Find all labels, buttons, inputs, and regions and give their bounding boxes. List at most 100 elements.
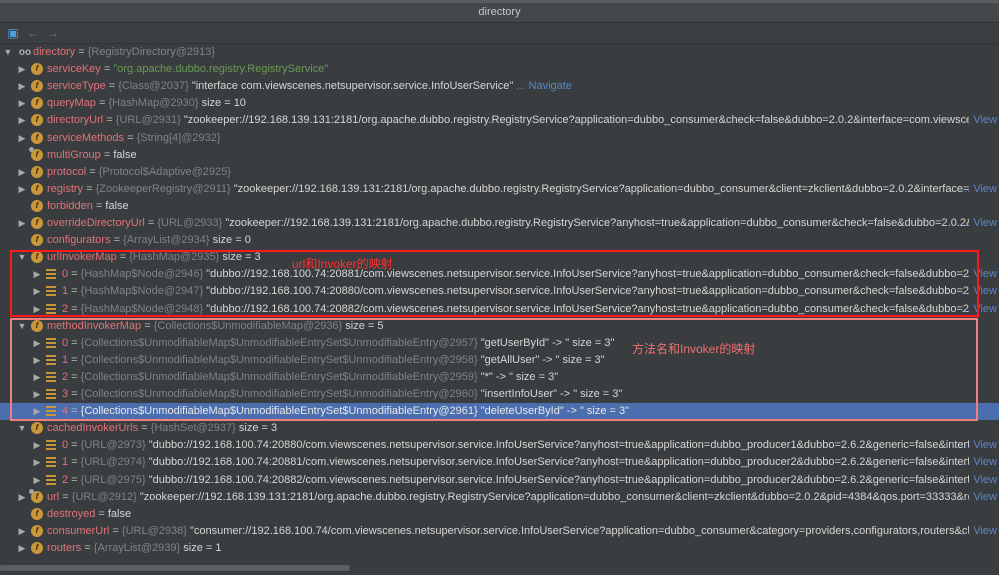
variable-value: "zookeeper://192.168.139.131:2181/org.ap…: [183, 114, 969, 127]
view-link[interactable]: ... View: [961, 523, 997, 540]
variable-value: "dubbo://192.168.100.74:20882/com.viewsc…: [148, 473, 969, 486]
variable-name: queryMap: [47, 97, 96, 110]
view-link[interactable]: ... View: [961, 437, 997, 454]
field-icon: f: [31, 524, 43, 537]
restore-layout-icon[interactable]: ▣: [6, 26, 20, 40]
variable-value: size = 0: [212, 234, 251, 247]
tree-row-multiGroup[interactable]: f multiGroup = false: [0, 146, 999, 164]
variable-type: {ArrayList@2934}: [123, 234, 210, 247]
row-content: consumerUrl = {URL@2938} "consumer://192…: [47, 523, 969, 540]
view-link[interactable]: ... View: [961, 454, 997, 471]
tree-row-registry[interactable]: ▶ f registry = {ZookeeperRegistry@2911} "z…: [0, 181, 999, 198]
row-content: destroyed = false: [47, 506, 969, 523]
view-link[interactable]: ... View: [961, 472, 997, 489]
view-link[interactable]: ... View: [961, 215, 997, 232]
tree-row-serviceMethods[interactable]: ▶ f serviceMethods = {String[4]@2932}: [0, 130, 999, 147]
field-icon: f: [31, 541, 43, 554]
chevron-right-icon[interactable]: ▶: [17, 61, 27, 78]
chevron-right-icon[interactable]: ▶: [17, 112, 27, 129]
tree-row-directory[interactable]: ▼ oo directory = {RegistryDirectory@2913}: [0, 44, 999, 61]
tree-row-routers[interactable]: ▶ f routers = {ArrayList@2939} size = 1: [0, 540, 999, 557]
variable-name: overrideDirectoryUrl: [47, 217, 145, 229]
row-content: cachedInvokerUrls = {HashSet@2937} size …: [47, 420, 969, 437]
tree-row-forbidden[interactable]: f forbidden = false: [0, 198, 999, 215]
tree-row-protocol[interactable]: ▶ f protocol = {Protocol$Adaptive@2925}: [0, 164, 999, 181]
back-arrow-icon[interactable]: ←: [26, 26, 40, 40]
variable-type: {URL@2912}: [71, 490, 137, 503]
variable-type: {URL@2974}: [80, 456, 146, 469]
variable-type: {URL@2975}: [80, 473, 146, 486]
map-entry-icon: [46, 474, 56, 485]
view-link[interactable]: ... View: [961, 489, 997, 506]
row-content: queryMap = {HashMap@2930} size = 10: [47, 95, 969, 112]
tree-row-cachedInvokerUrls[interactable]: ▼ f cachedInvokerUrls = {HashSet@2937} siz…: [0, 420, 999, 437]
view-link[interactable]: ... View: [961, 181, 997, 198]
tree-row-serviceType[interactable]: ▶ f serviceType = {Class@2037} "interface …: [0, 78, 999, 95]
variable-value: "zookeeper://192.168.139.131:2181/org.ap…: [139, 490, 969, 503]
view-link[interactable]: ... View: [961, 112, 997, 129]
chevron-right-icon[interactable]: ▶: [32, 472, 42, 489]
tree-row-destroyed[interactable]: f destroyed = false: [0, 506, 999, 523]
field-icon: f: [31, 114, 43, 127]
tree-row-directoryUrl[interactable]: ▶ f directoryUrl = {URL@2931} "zookeeper:/…: [0, 112, 999, 129]
chevron-down-icon[interactable]: ▼: [17, 420, 27, 437]
highlight-box-method-invoker: [10, 318, 978, 421]
map-entry-icon: [46, 440, 56, 451]
tree-row-serviceKey[interactable]: ▶ f serviceKey = "org.apache.dubbo.registr…: [0, 61, 999, 78]
tree-row-configurators[interactable]: f configurators = {ArrayList@2934} size =…: [0, 232, 999, 249]
tree-row-url[interactable]: ▶ f url = {URL@2912} "zookeeper://192.168.…: [0, 488, 999, 506]
map-entry-icon: [46, 457, 56, 468]
variable-type: {HashSet@2937}: [150, 422, 236, 435]
chevron-right-icon[interactable]: ▶: [17, 78, 27, 95]
chevron-right-icon[interactable]: ▶: [17, 540, 27, 557]
field-icon: f: [31, 182, 43, 195]
variable-value: "zookeeper://192.168.139.131:2181/org.ap…: [225, 217, 969, 229]
variable-type: {String[4]@2932}: [136, 131, 221, 144]
tree-row-queryMap[interactable]: ▶ f queryMap = {HashMap@2930} size = 10: [0, 95, 999, 112]
row-content: directoryUrl = {URL@2931} "zookeeper://1…: [47, 112, 969, 129]
variable-type: {Protocol$Adaptive@2925}: [98, 165, 231, 178]
variable-value: size = 1: [183, 541, 222, 554]
variable-name: protocol: [47, 165, 87, 178]
tree-row-consumerUrl[interactable]: ▶ f consumerUrl = {URL@2938} "consumer://1…: [0, 523, 999, 540]
variable-name: serviceKey: [47, 63, 101, 76]
chevron-right-icon[interactable]: ▶: [17, 523, 27, 540]
chevron-right-icon[interactable]: ▶: [17, 215, 27, 232]
chevron-right-icon[interactable]: ▶: [17, 181, 27, 198]
row-content: 1 = {URL@2974} "dubbo://192.168.100.74:2…: [62, 454, 969, 471]
row-content: serviceMethods = {String[4]@2932}: [47, 130, 969, 147]
equals-sign: =: [100, 148, 114, 161]
chevron-right-icon[interactable]: ▶: [17, 95, 27, 112]
equals-sign: =: [110, 234, 124, 247]
chevron-right-icon[interactable]: ▶: [17, 130, 27, 147]
field-icon: f: [31, 422, 43, 435]
equals-sign: =: [92, 199, 106, 212]
chevron-right-icon[interactable]: ▶: [17, 164, 27, 181]
forward-arrow-icon[interactable]: →: [46, 26, 60, 40]
chevron-right-icon[interactable]: ▶: [17, 489, 27, 506]
variable-name: forbidden: [47, 199, 93, 212]
variable-name: configurators: [47, 234, 111, 247]
chevron-down-icon[interactable]: ▼: [3, 44, 13, 61]
row-content: overrideDirectoryUrl = {URL@2933} "zooke…: [47, 215, 969, 232]
row-content: directory = {RegistryDirectory@2913}: [33, 44, 969, 61]
chevron-right-icon[interactable]: ▶: [32, 454, 42, 471]
tree-row-0[interactable]: ▶ 0 = {URL@2973} "dubbo://192.168.100.74:…: [0, 437, 999, 454]
variable-type: {URL@2938}: [121, 524, 187, 537]
variable-type: {ZookeeperRegistry@2911}: [95, 182, 231, 195]
equals-sign: =: [144, 217, 158, 229]
equals-sign: =: [95, 97, 109, 110]
tree-row-2[interactable]: ▶ 2 = {URL@2975} "dubbo://192.168.100.74:…: [0, 472, 999, 489]
horizontal-scrollbar[interactable]: [0, 565, 350, 571]
field-icon: f: [29, 146, 43, 161]
row-content: registry = {ZookeeperRegistry@2911} "zoo…: [47, 181, 969, 198]
equals-sign: =: [81, 541, 94, 554]
tree-row-overrideDirectoryUrl[interactable]: ▶ f overrideDirectoryUrl = {URL@2933} "zoo…: [0, 215, 999, 232]
navigate-link[interactable]: ... Navigate: [516, 80, 572, 92]
chevron-right-icon[interactable]: ▶: [32, 437, 42, 454]
highlight-box-url-invoker: [10, 250, 979, 317]
field-icon: f: [31, 80, 43, 93]
variable-value: "org.apache.dubbo.registry.RegistryServi…: [113, 63, 329, 76]
tree-row-1[interactable]: ▶ 1 = {URL@2974} "dubbo://192.168.100.74:…: [0, 454, 999, 471]
variable-value: "dubbo://192.168.100.74:20881/com.viewsc…: [148, 456, 969, 469]
